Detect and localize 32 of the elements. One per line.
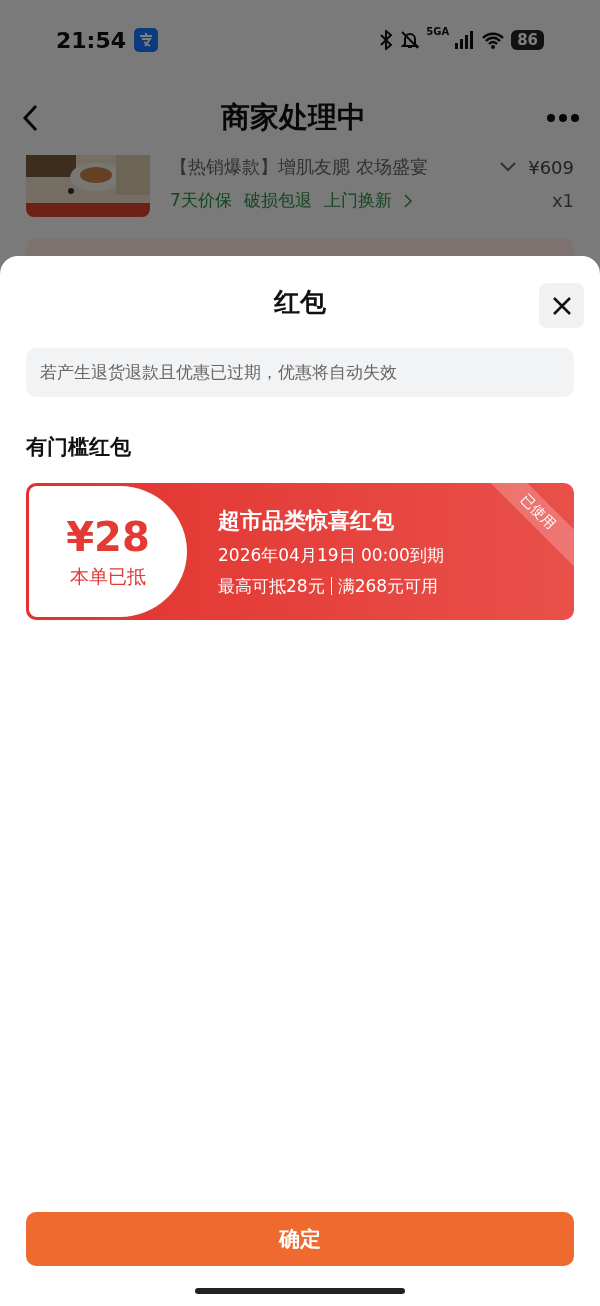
coupon-amount: ¥28 (66, 513, 150, 560)
close-icon (551, 295, 572, 316)
signal-icon (455, 31, 476, 49)
section-heading: 有门槛红包 (26, 434, 132, 461)
chevron-down-icon[interactable] (500, 162, 517, 172)
page-title: 商家处理中 (219, 98, 367, 136)
coupon-name: 超市品类惊喜红包 (218, 506, 395, 535)
battery-level: 86 (511, 30, 544, 50)
status-time: 21:54 (56, 27, 127, 53)
product-quantity: x1 (551, 190, 574, 211)
coupon-status: 本单已抵 (70, 563, 146, 589)
close-button[interactable] (539, 283, 584, 328)
wifi-icon (481, 31, 506, 49)
coupon-expiry: 2026年04月19日 00:00到期 (218, 543, 444, 567)
notice-text: 若产生退货退款且优惠已过期，优惠将自动失效 (26, 348, 574, 397)
service-tag: 7天价保 (170, 189, 232, 212)
service-tag: 破损包退 (243, 189, 312, 212)
more-icon[interactable] (546, 112, 580, 123)
coupon-card[interactable]: ¥28 本单已抵 超市品类惊喜红包 2026年04月19日 00:00到期 最高可抵28元 满268元可用 已使用 (26, 483, 574, 620)
muted-bell-icon (400, 30, 421, 50)
product-name: 【热销爆款】增肌友腮 农场盛宴 (170, 155, 429, 179)
back-icon[interactable] (20, 102, 40, 133)
coupon-threshold: 满268元可用 (337, 574, 439, 598)
confirm-button[interactable]: 确定 (26, 1212, 574, 1266)
chevron-right-icon[interactable] (403, 193, 412, 208)
product-price: ¥609 (528, 156, 574, 178)
network-label: 5GA (426, 26, 450, 37)
service-tag: 上门换新 (323, 189, 392, 212)
payment-app-icon (134, 28, 159, 52)
coupon-limit: 最高可抵28元 (218, 574, 325, 598)
bluetooth-icon (378, 30, 395, 50)
sheet-title: 红包 (274, 285, 326, 319)
